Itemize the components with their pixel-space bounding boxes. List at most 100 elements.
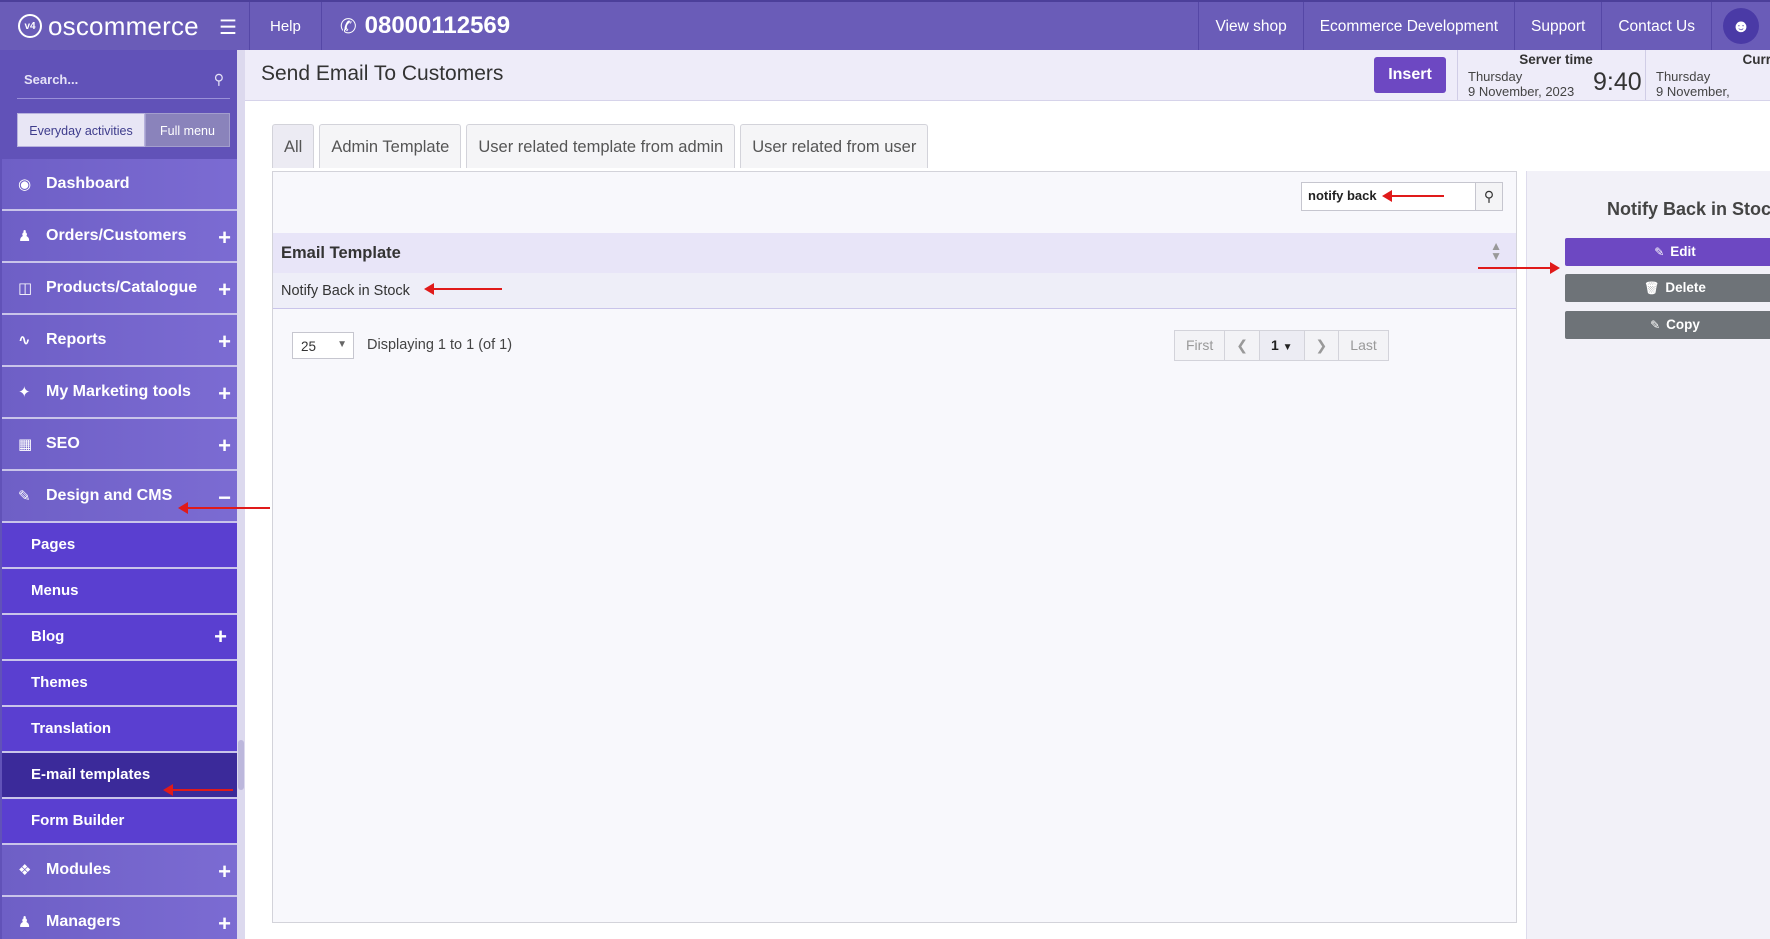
sort-icon[interactable]: ▲ ▼ [1490,240,1502,262]
sidebar: Search... ⚲ Everyday activities Full men… [0,50,245,939]
sidebar-item-label: Design and CMS [46,487,173,504]
tab-all[interactable]: All [272,124,315,168]
current-time-date: 9 November, [1656,84,1730,99]
server-time-day: Thursday [1468,69,1523,84]
sidebar-subitem-pages[interactable]: Pages [2,523,245,569]
chevron-down-icon: ▼ [337,339,347,350]
expand-icon[interactable]: + [214,615,227,659]
filter-value: notify back [1308,188,1377,203]
view-shop-link[interactable]: View shop [1198,2,1302,50]
template-name: Notify Back in Stock [281,283,410,299]
displaying-count: Displaying 1 to 1 (of 1) [367,337,513,353]
edit-button[interactable]: ✎ Edit [1565,238,1770,266]
sidebar-item-dashboard[interactable]: ◉ Dashboard [2,159,245,211]
page-header: Send Email To Customers Insert Server ti… [245,50,1770,101]
users-icon: ♟ [18,228,32,245]
expand-icon[interactable]: + [218,381,231,407]
sidebar-item-label: Blog [31,628,65,645]
search-placeholder: Search... [24,72,79,87]
logo-text: oscommerce [48,10,199,41]
full-menu-toggle[interactable]: Full menu [145,113,230,147]
next-page-button[interactable]: ❯ [1305,331,1340,360]
expand-icon[interactable]: + [218,225,231,251]
sidebar-item-orders-customers[interactable]: ♟ Orders/Customers + [2,211,245,263]
insert-button[interactable]: Insert [1374,57,1446,93]
sidebar-item-reports[interactable]: ∿ Reports + [2,315,245,367]
sidebar-search[interactable]: Search... ⚲ [17,64,230,99]
search-icon: ⚲ [213,71,224,87]
logo-mark: v4 [18,14,42,38]
expand-icon[interactable]: + [218,433,231,459]
page-select[interactable]: 1 ▼ [1259,331,1305,360]
help-link[interactable]: Help [250,2,322,50]
selected-template-title: Notify Back in Stock [1607,199,1770,219]
chevron-left-icon: ❮ [1236,337,1248,353]
everyday-activities-toggle[interactable]: Everyday activities [17,113,145,147]
sidebar-item-seo[interactable]: ▦ SEO + [2,419,245,471]
prev-page-button[interactable]: ❮ [1225,331,1260,360]
annotation-arrow [1382,190,1444,202]
pencil-icon: ✎ [1654,245,1665,259]
sidebar-subitem-form-builder[interactable]: Form Builder [2,799,245,845]
tab-user-related-from-admin[interactable]: User related template from admin [466,124,736,168]
annotation-arrow [178,502,270,514]
sidebar-item-label: Products/Catalogue [46,279,198,296]
sidebar-item-managers[interactable]: ♟ Managers + [2,897,245,939]
tab-user-related-from-user[interactable]: User related from user [740,124,929,168]
tab-admin-template[interactable]: Admin Template [319,124,462,168]
filter-search-button[interactable]: ⚲ [1475,182,1503,211]
table-header[interactable]: Email Template ▲ ▼ [273,233,1516,273]
chart-icon: ∿ [18,332,31,349]
current-page: 1 [1270,337,1279,353]
sidebar-item-label: Dashboard [46,175,130,192]
top-nav: View shop Ecommerce Development Support … [1198,2,1770,50]
sidebar-item-label: My Marketing tools [46,383,191,400]
sidebar-item-marketing-tools[interactable]: ✦ My Marketing tools + [2,367,245,419]
user-menu-button[interactable]: ☻ [1711,2,1770,50]
menu-switch: Everyday activities Full menu [17,113,230,147]
ecommerce-development-link[interactable]: Ecommerce Development [1302,2,1514,50]
delete-button[interactable]: 🗑 Delete [1565,274,1770,302]
expand-icon[interactable]: + [218,329,231,355]
search-icon: ⚲ [1483,188,1495,204]
sidebar-item-modules[interactable]: ❖ Modules + [2,845,245,897]
last-page-button[interactable]: Last [1339,331,1387,360]
column-email-template: Email Template [281,244,401,262]
expand-icon[interactable]: + [218,859,231,885]
sidebar-item-products-catalogue[interactable]: ◫ Products/Catalogue + [2,263,245,315]
contact-us-link[interactable]: Contact Us [1601,2,1711,50]
annotation-arrow [1478,262,1560,274]
logo[interactable]: v4 oscommerce ☰ [0,2,250,50]
sidebar-subitem-themes[interactable]: Themes [2,661,245,707]
dashboard-icon: ◉ [18,176,32,193]
annotation-arrow [163,784,233,796]
sidebar-item-label: Modules [46,861,111,878]
copy-button[interactable]: ✎ Copy [1565,311,1770,339]
hamburger-menu-icon[interactable]: ☰ [219,15,237,40]
sidebar-scrollbar[interactable] [237,50,245,939]
sidebar-subitem-translation[interactable]: Translation [2,707,245,753]
first-page-button[interactable]: First [1175,331,1226,360]
folder-icon: ◫ [18,280,33,297]
server-time: Server time Thursday 9 November, 2023 9:… [1457,50,1654,100]
top-bar: v4 oscommerce ☰ Help ✆ 08000112569 View … [0,0,1770,50]
sidebar-subitem-email-templates[interactable]: E-mail templates [2,753,245,799]
expand-icon[interactable]: + [218,911,231,937]
sidebar-scroll-thumb[interactable] [238,740,244,790]
template-details-panel: Notify Back in Stock ✎ Edit 🗑 Delete ✎ Copy [1526,171,1770,939]
trash-icon: 🗑 [1644,281,1660,295]
phone-icon: ✆ [339,15,357,38]
phone-number[interactable]: ✆ 08000112569 [322,12,510,40]
expand-icon[interactable]: + [218,277,231,303]
per-page-select[interactable]: 25 ▼ [292,332,354,359]
table-row[interactable]: Notify Back in Stock [273,273,1516,309]
support-link[interactable]: Support [1514,2,1601,50]
server-time-clock: 9:40 [1593,68,1642,96]
per-page-value: 25 [301,339,317,354]
sidebar-subitem-menus[interactable]: Menus [2,569,245,615]
server-time-label: Server time [1519,52,1593,67]
brush-icon: ✎ [18,488,31,505]
sidebar-subitem-blog[interactable]: Blog + [2,615,245,661]
sidebar-item-design-cms[interactable]: ✎ Design and CMS − [2,471,245,523]
sidebar-nav: ◉ Dashboard ♟ Orders/Customers + ◫ Produ… [2,159,245,939]
